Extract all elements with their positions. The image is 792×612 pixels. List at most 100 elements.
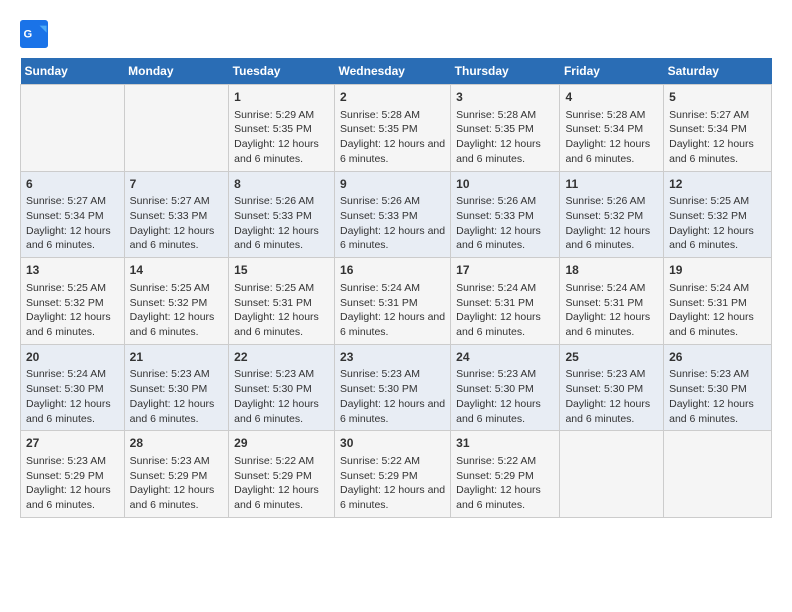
sunrise-text: Sunrise: 5:28 AM xyxy=(456,108,554,123)
sunset-text: Sunset: 5:30 PM xyxy=(234,382,329,397)
calendar-cell: 8Sunrise: 5:26 AMSunset: 5:33 PMDaylight… xyxy=(229,171,335,258)
daylight-text: Daylight: 12 hours and 6 minutes. xyxy=(456,310,554,339)
sunset-text: Sunset: 5:29 PM xyxy=(340,469,445,484)
day-number: 29 xyxy=(234,435,329,452)
sunrise-text: Sunrise: 5:25 AM xyxy=(234,281,329,296)
sunrise-text: Sunrise: 5:24 AM xyxy=(565,281,658,296)
day-number: 7 xyxy=(130,176,224,193)
calendar-cell: 10Sunrise: 5:26 AMSunset: 5:33 PMDayligh… xyxy=(451,171,560,258)
day-number: 1 xyxy=(234,89,329,106)
day-number: 21 xyxy=(130,349,224,366)
daylight-text: Daylight: 12 hours and 6 minutes. xyxy=(669,397,766,426)
calendar-cell xyxy=(664,431,772,518)
sunset-text: Sunset: 5:30 PM xyxy=(340,382,445,397)
daylight-text: Daylight: 12 hours and 6 minutes. xyxy=(26,483,119,512)
daylight-text: Daylight: 12 hours and 6 minutes. xyxy=(565,224,658,253)
sunrise-text: Sunrise: 5:23 AM xyxy=(26,454,119,469)
day-number: 9 xyxy=(340,176,445,193)
sunset-text: Sunset: 5:32 PM xyxy=(130,296,224,311)
calendar-cell: 28Sunrise: 5:23 AMSunset: 5:29 PMDayligh… xyxy=(124,431,229,518)
sunset-text: Sunset: 5:32 PM xyxy=(669,209,766,224)
calendar-week-row: 13Sunrise: 5:25 AMSunset: 5:32 PMDayligh… xyxy=(21,258,772,345)
calendar-cell: 5Sunrise: 5:27 AMSunset: 5:34 PMDaylight… xyxy=(664,85,772,172)
daylight-text: Daylight: 12 hours and 6 minutes. xyxy=(234,224,329,253)
sunrise-text: Sunrise: 5:26 AM xyxy=(456,194,554,209)
calendar-cell: 15Sunrise: 5:25 AMSunset: 5:31 PMDayligh… xyxy=(229,258,335,345)
day-number: 27 xyxy=(26,435,119,452)
calendar-cell: 2Sunrise: 5:28 AMSunset: 5:35 PMDaylight… xyxy=(335,85,451,172)
sunrise-text: Sunrise: 5:22 AM xyxy=(234,454,329,469)
sunset-text: Sunset: 5:35 PM xyxy=(456,122,554,137)
sunrise-text: Sunrise: 5:22 AM xyxy=(456,454,554,469)
sunrise-text: Sunrise: 5:25 AM xyxy=(26,281,119,296)
sunrise-text: Sunrise: 5:22 AM xyxy=(340,454,445,469)
calendar-cell: 12Sunrise: 5:25 AMSunset: 5:32 PMDayligh… xyxy=(664,171,772,258)
day-number: 10 xyxy=(456,176,554,193)
sunrise-text: Sunrise: 5:23 AM xyxy=(130,454,224,469)
sunset-text: Sunset: 5:31 PM xyxy=(669,296,766,311)
sunrise-text: Sunrise: 5:25 AM xyxy=(669,194,766,209)
sunset-text: Sunset: 5:31 PM xyxy=(456,296,554,311)
day-number: 31 xyxy=(456,435,554,452)
daylight-text: Daylight: 12 hours and 6 minutes. xyxy=(26,310,119,339)
daylight-text: Daylight: 12 hours and 6 minutes. xyxy=(565,310,658,339)
calendar-cell: 16Sunrise: 5:24 AMSunset: 5:31 PMDayligh… xyxy=(335,258,451,345)
sunset-text: Sunset: 5:33 PM xyxy=(456,209,554,224)
day-number: 30 xyxy=(340,435,445,452)
sunrise-text: Sunrise: 5:27 AM xyxy=(26,194,119,209)
sunrise-text: Sunrise: 5:24 AM xyxy=(26,367,119,382)
sunset-text: Sunset: 5:31 PM xyxy=(234,296,329,311)
calendar-cell: 1Sunrise: 5:29 AMSunset: 5:35 PMDaylight… xyxy=(229,85,335,172)
calendar-week-row: 20Sunrise: 5:24 AMSunset: 5:30 PMDayligh… xyxy=(21,344,772,431)
daylight-text: Daylight: 12 hours and 6 minutes. xyxy=(456,137,554,166)
calendar-table: SundayMondayTuesdayWednesdayThursdayFrid… xyxy=(20,58,772,518)
daylight-text: Daylight: 12 hours and 6 minutes. xyxy=(456,224,554,253)
calendar-cell: 31Sunrise: 5:22 AMSunset: 5:29 PMDayligh… xyxy=(451,431,560,518)
calendar-cell xyxy=(21,85,125,172)
sunrise-text: Sunrise: 5:26 AM xyxy=(340,194,445,209)
sunset-text: Sunset: 5:29 PM xyxy=(234,469,329,484)
weekday-header-thursday: Thursday xyxy=(451,58,560,85)
daylight-text: Daylight: 12 hours and 6 minutes. xyxy=(130,397,224,426)
weekday-header-tuesday: Tuesday xyxy=(229,58,335,85)
sunrise-text: Sunrise: 5:23 AM xyxy=(130,367,224,382)
daylight-text: Daylight: 12 hours and 6 minutes. xyxy=(340,224,445,253)
sunset-text: Sunset: 5:35 PM xyxy=(234,122,329,137)
sunrise-text: Sunrise: 5:29 AM xyxy=(234,108,329,123)
daylight-text: Daylight: 12 hours and 6 minutes. xyxy=(565,137,658,166)
weekday-header-saturday: Saturday xyxy=(664,58,772,85)
day-number: 24 xyxy=(456,349,554,366)
sunset-text: Sunset: 5:30 PM xyxy=(26,382,119,397)
svg-text:G: G xyxy=(24,29,33,41)
weekday-header-sunday: Sunday xyxy=(21,58,125,85)
calendar-cell: 29Sunrise: 5:22 AMSunset: 5:29 PMDayligh… xyxy=(229,431,335,518)
calendar-cell: 18Sunrise: 5:24 AMSunset: 5:31 PMDayligh… xyxy=(560,258,664,345)
sunrise-text: Sunrise: 5:26 AM xyxy=(234,194,329,209)
daylight-text: Daylight: 12 hours and 6 minutes. xyxy=(26,397,119,426)
daylight-text: Daylight: 12 hours and 6 minutes. xyxy=(456,483,554,512)
sunset-text: Sunset: 5:34 PM xyxy=(26,209,119,224)
calendar-cell xyxy=(560,431,664,518)
daylight-text: Daylight: 12 hours and 6 minutes. xyxy=(26,224,119,253)
day-number: 28 xyxy=(130,435,224,452)
daylight-text: Daylight: 12 hours and 6 minutes. xyxy=(456,397,554,426)
daylight-text: Daylight: 12 hours and 6 minutes. xyxy=(234,310,329,339)
daylight-text: Daylight: 12 hours and 6 minutes. xyxy=(130,310,224,339)
day-number: 26 xyxy=(669,349,766,366)
sunset-text: Sunset: 5:32 PM xyxy=(565,209,658,224)
sunrise-text: Sunrise: 5:23 AM xyxy=(340,367,445,382)
calendar-cell: 20Sunrise: 5:24 AMSunset: 5:30 PMDayligh… xyxy=(21,344,125,431)
weekday-header-row: SundayMondayTuesdayWednesdayThursdayFrid… xyxy=(21,58,772,85)
sunset-text: Sunset: 5:33 PM xyxy=(234,209,329,224)
day-number: 2 xyxy=(340,89,445,106)
sunset-text: Sunset: 5:31 PM xyxy=(340,296,445,311)
calendar-cell: 11Sunrise: 5:26 AMSunset: 5:32 PMDayligh… xyxy=(560,171,664,258)
calendar-cell: 14Sunrise: 5:25 AMSunset: 5:32 PMDayligh… xyxy=(124,258,229,345)
day-number: 25 xyxy=(565,349,658,366)
sunrise-text: Sunrise: 5:26 AM xyxy=(565,194,658,209)
calendar-cell: 30Sunrise: 5:22 AMSunset: 5:29 PMDayligh… xyxy=(335,431,451,518)
calendar-cell: 25Sunrise: 5:23 AMSunset: 5:30 PMDayligh… xyxy=(560,344,664,431)
calendar-cell: 4Sunrise: 5:28 AMSunset: 5:34 PMDaylight… xyxy=(560,85,664,172)
calendar-cell: 17Sunrise: 5:24 AMSunset: 5:31 PMDayligh… xyxy=(451,258,560,345)
daylight-text: Daylight: 12 hours and 6 minutes. xyxy=(234,397,329,426)
